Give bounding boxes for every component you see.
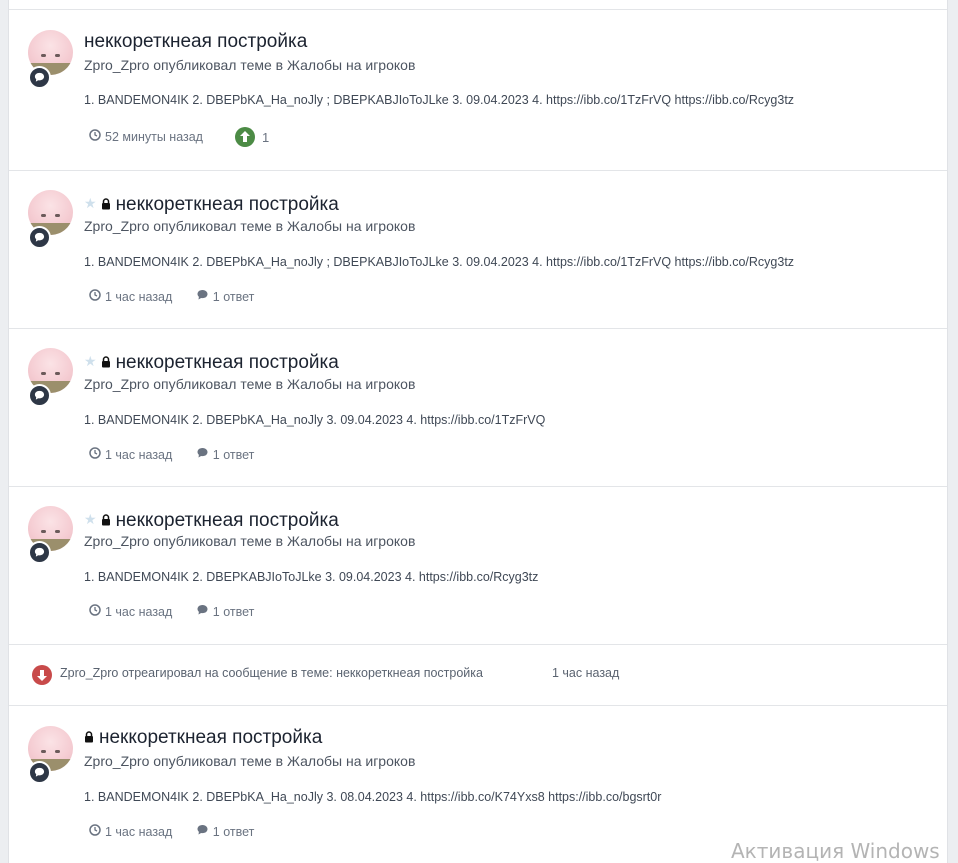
lock-icon: [101, 509, 111, 533]
stream-item: неккореткнеая постройка Zpro_Zpro опубли…: [9, 10, 947, 171]
arrow-down-circle-icon: [32, 665, 52, 685]
lock-icon: [84, 726, 94, 750]
topic-title-link[interactable]: неккореткнеая постройка: [116, 194, 339, 215]
stream-item: ★ неккореткнеая постройка Zpro_Zpro опубл…: [9, 487, 947, 645]
comment-badge-icon: [28, 541, 51, 564]
lock-icon: [101, 351, 111, 375]
comment-badge-icon: [28, 761, 51, 784]
post-snippet: 1. BANDEMON4IK 2. DBEPKABJIoToJLke 3. 09…: [84, 570, 539, 584]
post-snippet: 1. BANDEMON4IK 2. DBEPbKA_Ha_noJly 3. 09…: [84, 413, 546, 427]
topic-title[interactable]: неккореткнеая постройка: [84, 30, 307, 54]
star-icon[interactable]: ★: [84, 195, 97, 211]
post-stats: 52 минуты назад: [89, 129, 203, 144]
clock-icon: [89, 824, 101, 839]
activity-text[interactable]: Zpro_Zpro отреагировал на сообщение в те…: [60, 666, 483, 680]
reputation-count: 1: [262, 130, 270, 145]
stream-item: ★ неккореткнеая постройка Zpro_Zpro опубл…: [9, 329, 947, 487]
activity-time[interactable]: 1 час назад: [552, 666, 619, 680]
post-stats: 1 час назад 1 ответ: [89, 289, 254, 304]
post-snippet: 1. BANDEMON4IK 2. DBEPbKA_Ha_noJly 3. 08…: [84, 790, 662, 804]
activity-stream: неккореткнеая постройка Zpro_Zpro опубли…: [8, 0, 948, 863]
post-snippet: 1. BANDEMON4IK 2. DBEPbKA_Ha_noJly ; DBE…: [84, 93, 795, 107]
post-time[interactable]: 1 час назад: [105, 448, 172, 462]
stream-item: ★ неккореткнеая постройка Zpro_Zpro опубл…: [9, 171, 947, 329]
post-stats: 1 час назад 1 ответ: [89, 604, 254, 619]
post-time[interactable]: 1 час назад: [105, 290, 172, 304]
comment-badge-icon: [28, 66, 51, 89]
reaction-activity: Zpro_Zpro отреагировал на сообщение в те…: [9, 645, 947, 706]
comment-badge-icon: [28, 384, 51, 407]
windows-activation-watermark: Активация Windows: [731, 839, 940, 863]
comment-icon: [196, 824, 209, 839]
clock-icon: [89, 447, 101, 462]
lock-icon: [101, 193, 111, 217]
comment-badge-icon: [28, 226, 51, 249]
topic-title[interactable]: ★ неккореткнеая постройка: [84, 507, 339, 533]
topic-title[interactable]: неккореткнеая постройка: [84, 726, 322, 750]
topic-title-link[interactable]: неккореткнеая постройка: [84, 31, 307, 52]
comment-icon: [196, 289, 209, 304]
comment-icon: [196, 447, 209, 462]
topic-title[interactable]: ★ неккореткнеая постройка: [84, 349, 339, 375]
topic-title-link[interactable]: неккореткнеая постройка: [116, 510, 339, 531]
comment-icon: [196, 604, 209, 619]
post-meta: Zpro_Zpro опубликовал теме в Жалобы на и…: [84, 57, 416, 73]
post-time[interactable]: 52 минуты назад: [105, 130, 203, 144]
clock-icon: [89, 129, 101, 144]
post-meta: Zpro_Zpro опубликовал теме в Жалобы на и…: [84, 753, 416, 769]
clock-icon: [89, 289, 101, 304]
post-stats: 1 час назад 1 ответ: [89, 824, 254, 839]
arrow-up-circle-icon[interactable]: [235, 127, 255, 147]
topic-title-link[interactable]: неккореткнеая постройка: [116, 352, 339, 373]
post-meta: Zpro_Zpro опубликовал теме в Жалобы на и…: [84, 376, 416, 392]
clock-icon: [89, 604, 101, 619]
post-meta: Zpro_Zpro опубликовал теме в Жалобы на и…: [84, 218, 416, 234]
post-stats: 1 час назад 1 ответ: [89, 447, 254, 462]
star-icon[interactable]: ★: [84, 511, 97, 527]
reply-count[interactable]: 1 ответ: [213, 290, 255, 304]
topic-title[interactable]: ★ неккореткнеая постройка: [84, 191, 339, 217]
star-icon[interactable]: ★: [84, 353, 97, 369]
reply-count[interactable]: 1 ответ: [213, 825, 255, 839]
post-meta: Zpro_Zpro опубликовал теме в Жалобы на и…: [84, 533, 416, 549]
reply-count[interactable]: 1 ответ: [213, 605, 255, 619]
post-time[interactable]: 1 час назад: [105, 605, 172, 619]
post-time[interactable]: 1 час назад: [105, 825, 172, 839]
reply-count[interactable]: 1 ответ: [213, 448, 255, 462]
topic-title-link[interactable]: неккореткнеая постройка: [99, 727, 322, 748]
post-snippet: 1. BANDEMON4IK 2. DBEPbKA_Ha_noJly ; DBE…: [84, 255, 795, 269]
